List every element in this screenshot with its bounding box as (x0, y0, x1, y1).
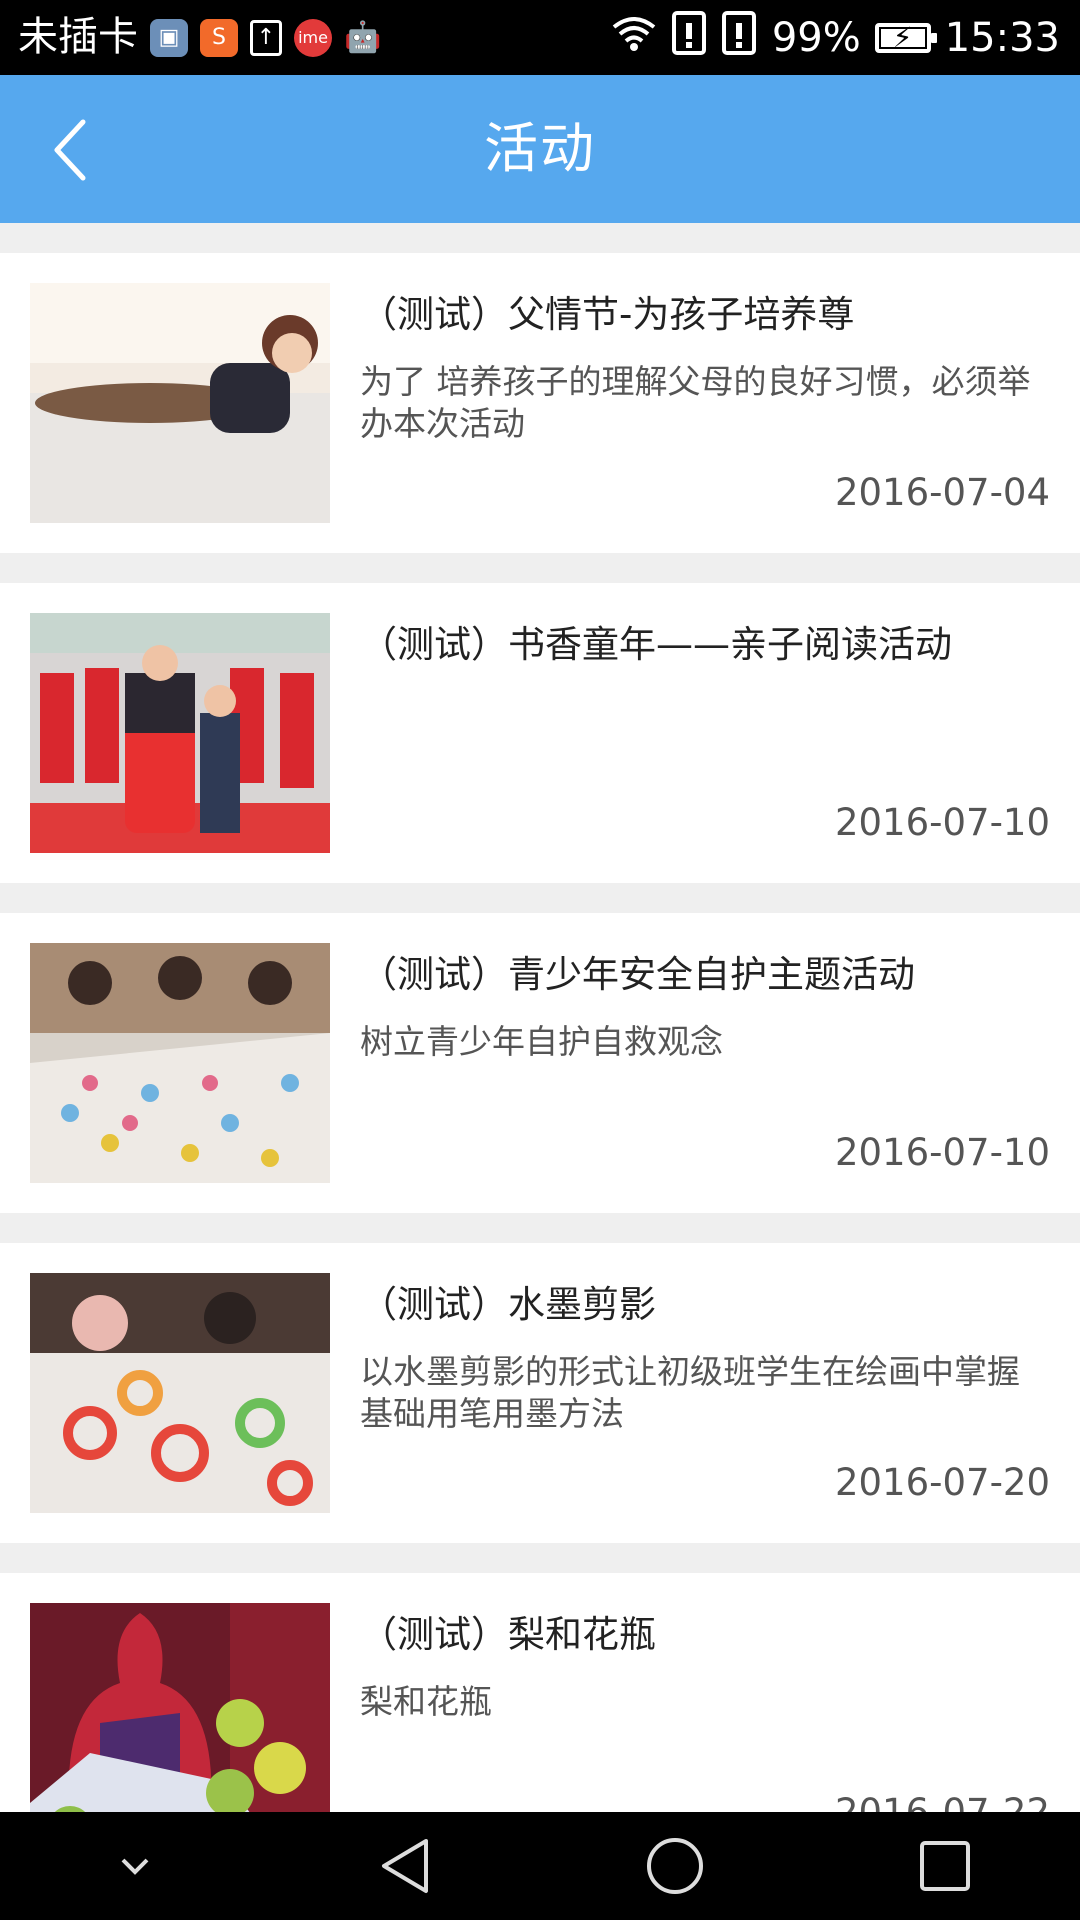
activity-description: 树立青少年自护自救观念 (360, 1022, 723, 1061)
status-bar: 未插卡 ▣ S ↑ ime 🤖 99% ⚡ 15:33 (0, 0, 1080, 75)
carrier-text: 未插卡 (18, 14, 138, 60)
activity-thumbnail (30, 1603, 330, 1843)
android-icon: 🤖 (344, 20, 382, 55)
sim1-alert-icon (671, 10, 708, 65)
activity-thumbnail (30, 943, 330, 1183)
app-bar: 活动 (0, 75, 1080, 223)
sim-store-icon: ▣ (150, 18, 188, 57)
recents-square-icon (920, 1841, 970, 1891)
activity-item[interactable]: （测试）父情节-为孩子培养尊 为了 培养孩子的理解父母的良好习惯，必须举办本次活… (0, 253, 1080, 553)
activity-date: 2016-07-10 (834, 801, 1050, 844)
wifi-icon (610, 13, 658, 63)
activity-title: （测试）父情节-为孩子培养尊 (360, 293, 855, 336)
activity-description: 为了 培养孩子的理解父母的良好习惯，必须举办本次活动 (360, 362, 1031, 443)
activity-description: 以水墨剪影的形式让初级班学生在绘画中掌握基础用笔用墨方法 (360, 1352, 1020, 1433)
page-title: 活动 (484, 117, 596, 180)
activity-item[interactable]: （测试）书香童年——亲子阅读活动 2016-07-10 (0, 583, 1080, 883)
activity-thumbnail (30, 283, 330, 523)
activity-title: （测试）青少年安全自护主题活动 (360, 953, 915, 996)
back-triangle-icon (382, 1839, 428, 1893)
upload-icon: ↑ (250, 19, 282, 56)
activity-date: 2016-07-04 (834, 471, 1050, 514)
chevron-down-icon (121, 1858, 149, 1875)
activity-date: 2016-07-20 (834, 1461, 1050, 1504)
system-nav-bar (0, 1812, 1080, 1920)
activity-thumbnail (30, 613, 330, 853)
nav-back-button[interactable] (345, 1816, 465, 1916)
activity-title: （测试）梨和花瓶 (360, 1613, 656, 1656)
battery-charging-icon: ⚡ (874, 22, 937, 53)
activity-thumbnail (30, 1273, 330, 1513)
hide-nav-button[interactable] (75, 1816, 195, 1916)
battery-percent: 99% (771, 14, 861, 61)
nav-recents-button[interactable] (885, 1816, 1005, 1916)
sogou-icon: S (200, 18, 238, 57)
sim2-alert-icon (721, 10, 758, 65)
activity-title: （测试）书香童年——亲子阅读活动 (360, 623, 952, 666)
activity-date: 2016-07-10 (834, 1131, 1050, 1174)
ime-icon: ime (294, 18, 332, 57)
clock-time: 15:33 (944, 14, 1060, 61)
activity-item[interactable]: （测试）水墨剪影 以水墨剪影的形式让初级班学生在绘画中掌握基础用笔用墨方法 20… (0, 1243, 1080, 1543)
activity-title: （测试）水墨剪影 (360, 1283, 656, 1326)
activity-description: 梨和花瓶 (360, 1682, 492, 1721)
nav-home-button[interactable] (615, 1816, 735, 1916)
home-circle-icon (647, 1838, 703, 1894)
activity-item[interactable]: （测试）青少年安全自护主题活动 树立青少年自护自救观念 2016-07-10 (0, 913, 1080, 1213)
